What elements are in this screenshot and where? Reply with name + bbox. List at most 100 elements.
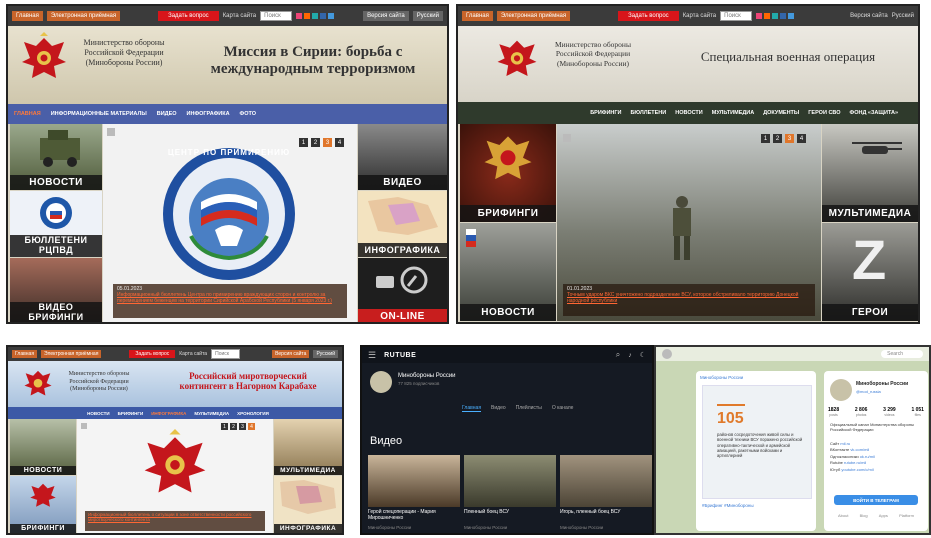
caption-link[interactable]: Точным ударом ВКС уничтожено подразделен… — [567, 292, 811, 304]
social-icons[interactable] — [755, 13, 794, 19]
tile-infographics[interactable]: ИНФОГРАФИКА — [358, 191, 447, 257]
tile-multimedia[interactable]: МУЛЬТИМЕДИА — [274, 419, 342, 475]
nav-infographics[interactable]: ИНФОГРАФИКА — [151, 411, 186, 416]
pager-4[interactable]: 4 — [797, 134, 806, 143]
language-button[interactable]: Русский — [412, 11, 443, 21]
ask-question-button[interactable]: Задать вопрос — [618, 11, 679, 21]
home-link[interactable]: Главная — [462, 11, 493, 21]
home-link[interactable]: Главная — [12, 350, 38, 358]
sitemap-link[interactable]: Карта сайта — [683, 13, 716, 19]
pager-2[interactable]: 2 — [773, 134, 782, 143]
video-thumbnail-2[interactable] — [464, 455, 556, 507]
tile-online[interactable]: ON-LINE — [358, 258, 447, 322]
nav-news[interactable]: НОВОСТИ — [675, 110, 703, 116]
video-title-3[interactable]: Игорь, пленный боец ВСУ — [560, 509, 652, 515]
menu-icon[interactable]: ☰ — [368, 350, 376, 361]
nav-infographics[interactable]: ИНФОГРАФИКА — [187, 111, 230, 117]
language-button[interactable]: Русский — [313, 350, 338, 358]
slide-caption[interactable]: 01.01.2023 Точным ударом ВКС уничтожено … — [563, 284, 815, 316]
sitemap-link[interactable]: Карта сайта — [179, 351, 207, 357]
nav-documents[interactable]: ДОКУМЕНТЫ — [763, 110, 799, 116]
footer-about[interactable]: About — [838, 513, 848, 518]
nav-video[interactable]: ВИДЕО — [157, 111, 177, 117]
footer-apps[interactable]: Apps — [879, 513, 888, 518]
channel-name[interactable]: Минобороны России — [398, 373, 456, 379]
video-author-3[interactable]: Минобороны России — [560, 525, 603, 530]
bell-icon[interactable]: ♪ — [628, 352, 632, 359]
language-link[interactable]: Русский — [892, 13, 914, 19]
social-icons[interactable] — [295, 13, 334, 19]
tab-main[interactable]: Главная — [462, 405, 482, 412]
open-telegram-button[interactable]: ВОЙТИ В ТЕЛЕГРАМ — [834, 495, 918, 505]
pager-2[interactable]: 2 — [311, 138, 320, 147]
ask-question-button[interactable]: Задать вопрос — [129, 350, 176, 358]
tile-infographics[interactable]: ИНФОГРАФИКА — [274, 476, 342, 533]
search-input[interactable]: Поиск — [260, 11, 292, 21]
ereception-link[interactable]: Электронная приёмная — [46, 11, 121, 21]
tile-briefings[interactable]: БРИФИНГИ — [10, 476, 76, 533]
nav-briefings[interactable]: БРИФИНГИ — [118, 411, 144, 416]
ereception-link[interactable]: Электронная приёмная — [496, 11, 571, 21]
pager-1[interactable]: 1 — [761, 134, 770, 143]
pager-2[interactable]: 2 — [230, 423, 237, 430]
channel-avatar[interactable] — [370, 371, 392, 393]
nav-home[interactable]: ГЛАВНАЯ — [14, 111, 41, 117]
main-slider[interactable]: 1 2 3 4 Информационный бюллетень о ситуа… — [77, 419, 273, 533]
home-link[interactable]: Главная — [12, 11, 43, 21]
pager-3[interactable]: 3 — [239, 423, 246, 430]
nav-bulletins[interactable]: БЮЛЛЕТЕНИ — [630, 110, 666, 116]
search-icon[interactable]: ⌕ — [616, 350, 620, 360]
moon-icon[interactable]: ☾ — [640, 351, 646, 359]
main-slider[interactable]: 1 2 3 4 01.01.2023 Точным ударом ВКС уни… — [557, 124, 821, 321]
pager-3[interactable]: 3 — [785, 134, 794, 143]
tile-news[interactable]: НОВОСТИ — [460, 223, 556, 321]
video-title-2[interactable]: Пленный боец ВСУ — [464, 509, 556, 515]
nav-heroes[interactable]: ГЕРОИ СВО — [808, 110, 840, 116]
site-version-link[interactable]: Версия сайта — [850, 13, 888, 19]
slide-caption[interactable]: Информационный бюллетень о ситуации в зо… — [85, 511, 265, 531]
nav-chronology[interactable]: ХРОНОЛОГИЯ — [237, 411, 269, 416]
site-version-button[interactable]: Версия сайта — [363, 11, 409, 21]
footer-platform[interactable]: Platform — [899, 513, 914, 518]
ask-question-button[interactable]: Задать вопрос — [158, 11, 219, 21]
tab-about[interactable]: О канале — [552, 405, 574, 412]
search-input[interactable]: Search — [881, 350, 923, 358]
slide-caption[interactable]: 05.01.2023 Информационный бюллетень Цент… — [113, 284, 347, 318]
tab-video[interactable]: Видео — [491, 405, 506, 412]
tile-heroes[interactable]: Z ГЕРОИ — [822, 223, 918, 321]
ereception-link[interactable]: Электронная приёмная — [41, 350, 102, 358]
video-author-2[interactable]: Минобороны России — [464, 525, 507, 530]
tile-multimedia[interactable]: МУЛЬТИМЕДИА — [822, 124, 918, 222]
tile-briefings[interactable]: БРИФИНГИ — [460, 124, 556, 222]
video-title-1[interactable]: Герой спецоперации - Мария Мирошниченко — [368, 509, 460, 521]
link-row-youtube[interactable]: Ютуб youtube.com/c/mil — [830, 467, 924, 473]
pager-1[interactable]: 1 — [221, 423, 228, 430]
tile-video-briefings[interactable]: ВИДЕО БРИФИНГИ — [10, 258, 102, 322]
nav-info[interactable]: ИНФОРМАЦИОННЫЕ МАТЕРИАЛЫ — [51, 111, 147, 117]
pager-4[interactable]: 4 — [248, 423, 255, 430]
tile-bulletins[interactable]: БЮЛЛЕТЕНИ РЦПВД — [10, 191, 102, 257]
site-version-button[interactable]: Версия сайта — [272, 350, 310, 358]
caption-link[interactable]: Информационный бюллетень Центра по прими… — [117, 292, 343, 304]
main-slider[interactable]: 1 2 3 4 ЦЕНТР ПО ПРИМИРЕНИЮ 05.01.2023 И… — [103, 124, 357, 322]
pager-4[interactable]: 4 — [335, 138, 344, 147]
pager-3[interactable]: 3 — [323, 138, 332, 147]
pager-1[interactable]: 1 — [299, 138, 308, 147]
rutube-logo[interactable]: RUTUBE — [384, 352, 416, 359]
tile-news[interactable]: НОВОСТИ — [10, 419, 76, 475]
search-input[interactable]: Поиск — [211, 349, 240, 359]
video-author-1[interactable]: Минобороны России — [368, 525, 411, 530]
footer-blog[interactable]: Blog — [860, 513, 868, 518]
tab-playlists[interactable]: Плейлисты — [516, 405, 542, 412]
tile-video[interactable]: ВИДЕО — [358, 124, 447, 190]
profile-handle[interactable]: @mod_russia — [856, 389, 881, 394]
nav-photo[interactable]: ФОТО — [240, 111, 256, 117]
tile-news[interactable]: НОВОСТИ — [10, 124, 102, 190]
post-hashtags[interactable]: #Брифинг #Минобороны — [702, 503, 754, 508]
search-input[interactable]: Поиск — [720, 11, 752, 21]
video-thumbnail-3[interactable] — [560, 455, 652, 507]
nav-multimedia[interactable]: МУЛЬТИМЕДИА — [194, 411, 229, 416]
sitemap-link[interactable]: Карта сайта — [223, 13, 256, 19]
nav-briefings[interactable]: БРИФИНГИ — [590, 110, 621, 116]
nav-news[interactable]: НОВОСТИ — [87, 411, 110, 416]
